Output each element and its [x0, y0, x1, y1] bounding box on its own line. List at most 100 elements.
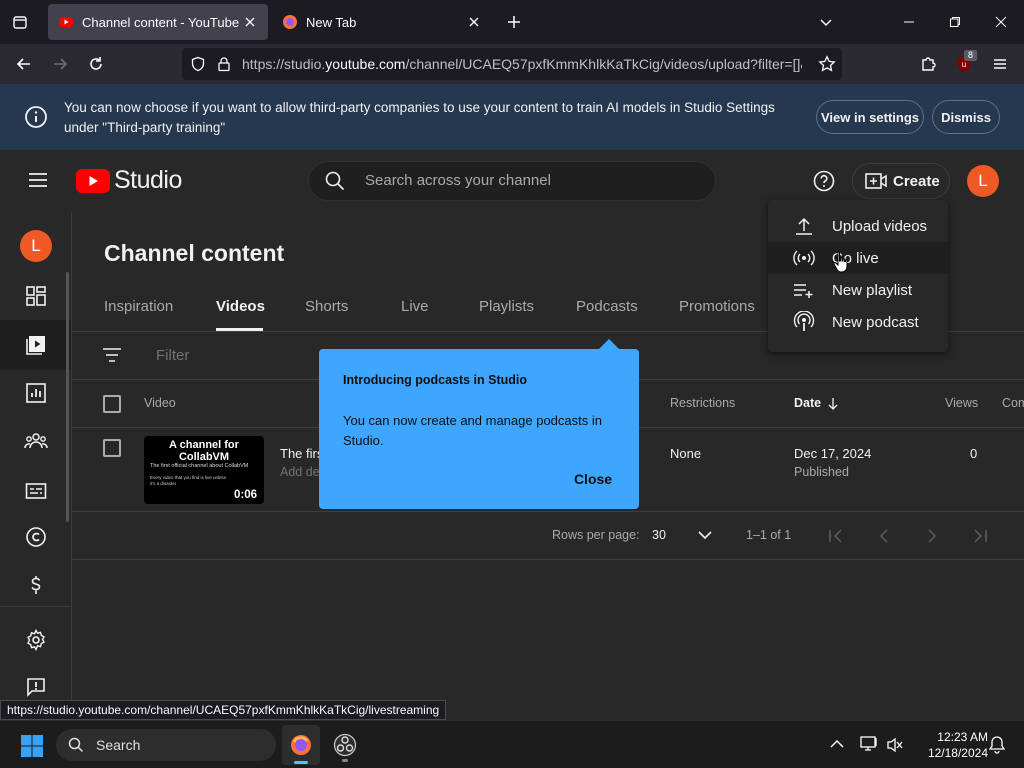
channel-search-input[interactable]: Search across your channel: [308, 161, 716, 201]
minimize-window-icon[interactable]: [886, 0, 932, 44]
obs-icon: [333, 733, 357, 757]
content-play-icon[interactable]: [22, 331, 50, 359]
column-header-video: Video: [144, 396, 176, 410]
last-page-icon[interactable]: [972, 529, 988, 543]
column-header-comments: Com: [1002, 396, 1024, 410]
tab-podcasts[interactable]: Podcasts: [576, 298, 638, 315]
settings-gear-icon[interactable]: [22, 626, 50, 654]
close-window-icon[interactable]: [978, 0, 1024, 44]
running-app-indicator: [342, 759, 348, 762]
bookmark-star-icon[interactable]: [818, 55, 836, 73]
url-bar[interactable]: https://studio.youtube.com/channel/UCAEQ…: [182, 48, 842, 80]
lock-icon[interactable]: [216, 56, 232, 72]
popup-close-button[interactable]: Close: [563, 463, 623, 495]
youtube-studio-logo[interactable]: Studio: [76, 166, 182, 195]
taskbar-firefox-button[interactable]: [282, 725, 320, 765]
row-checkbox[interactable]: [103, 439, 121, 457]
previous-page-icon[interactable]: [876, 529, 892, 543]
tab-live[interactable]: Live: [401, 298, 429, 315]
chevron-down-icon[interactable]: [698, 530, 712, 540]
tab-new-tab[interactable]: New Tab: [272, 4, 492, 40]
extensions-puzzle-icon[interactable]: [914, 50, 942, 78]
popup-pointer: [599, 339, 619, 349]
restore-window-icon[interactable]: [932, 0, 978, 44]
sidebar-scrollbar[interactable]: [66, 272, 69, 522]
podcast-icon: [793, 311, 815, 331]
select-all-checkbox[interactable]: [103, 395, 121, 413]
tab-channel-content[interactable]: Channel content - YouTube Studio: [48, 4, 268, 40]
filter-input[interactable]: Filter: [156, 347, 189, 364]
first-page-icon[interactable]: [828, 529, 844, 543]
thumbnail-note: Every video that you find is live unless…: [150, 475, 227, 486]
sort-down-arrow-icon[interactable]: [827, 397, 839, 411]
taskbar-search-icon: [68, 737, 84, 753]
tab-playlists[interactable]: Playlists: [479, 298, 534, 315]
app-menu-hamburger-icon[interactable]: [986, 50, 1014, 78]
dismiss-button[interactable]: Dismiss: [932, 100, 1000, 134]
tab-title: Channel content - YouTube Studio: [82, 14, 242, 30]
filter-icon[interactable]: [102, 346, 122, 364]
channel-avatar[interactable]: L: [20, 230, 52, 262]
video-description[interactable]: Add de: [280, 465, 320, 479]
hand-pointer-cursor-icon: [833, 251, 848, 273]
account-avatar[interactable]: L: [967, 165, 999, 197]
community-icon[interactable]: [22, 427, 50, 455]
video-title[interactable]: The firs: [280, 446, 323, 461]
subtitles-icon[interactable]: [22, 477, 50, 505]
tracking-protection-shield-icon[interactable]: [190, 56, 206, 72]
volume-muted-icon[interactable]: [886, 736, 904, 754]
tab-inspiration[interactable]: Inspiration: [104, 298, 173, 315]
youtube-logo-icon: [76, 168, 110, 193]
rows-per-page-select[interactable]: 30: [652, 528, 666, 542]
windows-taskbar: Search 12:23 AM 12/18/2024: [0, 720, 1024, 768]
tab-promotions[interactable]: Promotions: [679, 298, 755, 315]
close-tab-icon[interactable]: [466, 14, 482, 30]
network-monitor-icon[interactable]: [860, 735, 880, 753]
search-placeholder: Search across your channel: [365, 172, 551, 189]
create-button[interactable]: Create: [852, 163, 950, 199]
reload-icon[interactable]: [82, 50, 110, 78]
back-arrow-icon[interactable]: [10, 50, 38, 78]
send-feedback-icon[interactable]: [22, 673, 50, 701]
tab-list-icon[interactable]: [6, 8, 34, 36]
menu-item-new-podcast[interactable]: New podcast: [768, 306, 948, 338]
browser-nav-bar: https://studio.youtube.com/channel/UCAEQ…: [0, 44, 1024, 84]
show-hidden-icons-chevron-icon[interactable]: [830, 739, 844, 749]
hamburger-menu-icon[interactable]: [24, 166, 52, 194]
analytics-icon[interactable]: [22, 379, 50, 407]
column-header-date[interactable]: Date: [794, 396, 821, 410]
video-duration: 0:06: [233, 489, 257, 501]
row-divider: [72, 511, 1024, 512]
column-header-restrictions: Restrictions: [670, 396, 736, 410]
menu-item-upload-videos[interactable]: Upload videos: [768, 210, 948, 242]
firefox-icon: [291, 735, 311, 755]
list-all-tabs-chevron-icon[interactable]: [812, 8, 840, 36]
windows-start-icon[interactable]: [20, 734, 44, 758]
earn-dollar-icon[interactable]: [22, 571, 50, 599]
video-date: Dec 17, 2024: [794, 446, 872, 461]
copyright-icon[interactable]: [22, 523, 50, 551]
status-bar-link: https://studio.youtube.com/channel/UCAEQ…: [0, 700, 447, 720]
next-page-icon[interactable]: [924, 529, 940, 543]
ublock-shield-icon[interactable]: u 8: [950, 50, 978, 78]
browser-tab-bar: Channel content - YouTube Studio New Tab: [0, 0, 1024, 44]
taskbar-search-box[interactable]: Search: [56, 729, 276, 761]
menu-item-new-playlist[interactable]: New playlist: [768, 274, 948, 306]
close-tab-icon[interactable]: [242, 14, 258, 30]
menu-item-go-live[interactable]: Go live: [768, 242, 948, 274]
taskbar-clock[interactable]: 12:23 AM 12/18/2024: [912, 729, 988, 761]
tab-shorts[interactable]: Shorts: [305, 298, 348, 315]
popup-body: You can now create and manage podcasts i…: [343, 413, 602, 448]
notification-bell-icon[interactable]: [988, 735, 1006, 755]
tab-videos[interactable]: Videos: [216, 298, 265, 315]
view-in-settings-button[interactable]: View in settings: [816, 100, 924, 134]
search-icon: [325, 171, 345, 191]
help-question-icon[interactable]: [810, 167, 838, 195]
forward-arrow-icon[interactable]: [46, 50, 74, 78]
dashboard-icon[interactable]: [22, 282, 50, 310]
video-thumbnail[interactable]: A channel for CollabVM The first officia…: [144, 436, 264, 504]
taskbar-obs-button[interactable]: [330, 729, 360, 762]
new-tab-plus-icon[interactable]: [500, 8, 528, 36]
banner-text: You can now choose if you want to allow …: [64, 100, 775, 135]
menu-item-label: Upload videos: [832, 217, 928, 235]
